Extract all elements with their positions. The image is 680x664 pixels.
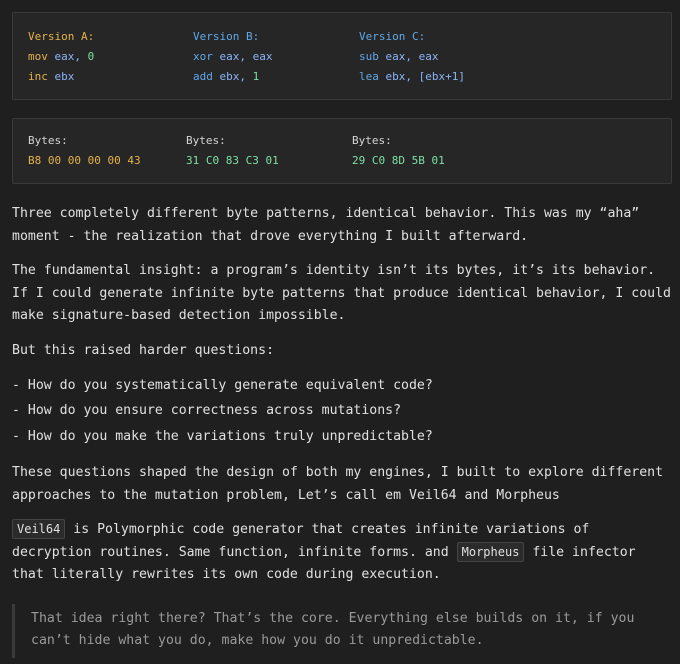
version-b-line-1: xor eax, eax <box>193 47 272 67</box>
version-b-label: Version B: <box>193 30 260 43</box>
version-c-column: Version C: sub eax, eax lea ebx, [ebx+1] <box>359 27 465 87</box>
bytes-c-hex: 29 C0 8D 5B 01 <box>352 154 445 167</box>
bytes-c-column: Bytes: 29 C0 8D 5B 01 <box>352 131 445 171</box>
operands: eax, eax <box>385 50 439 63</box>
version-a-label: Version A: <box>28 30 95 43</box>
assembly-versions-block: Version A: mov eax, 0 inc ebx Version B:… <box>12 12 672 100</box>
opcode: inc <box>28 70 48 83</box>
paragraph-questions-intro: But this raised harder questions: <box>12 343 275 358</box>
byte-patterns-block: Bytes: B8 00 00 00 00 43 Bytes: 31 C0 83… <box>12 118 672 184</box>
bytes-a-hex: B8 00 00 00 00 43 <box>28 154 141 167</box>
version-c-label: Version C: <box>359 30 426 43</box>
operands: eax, <box>54 50 82 63</box>
version-b-line-2: add ebx, 1 <box>193 67 272 87</box>
operands: ebx <box>54 70 75 83</box>
version-c-line-2: lea ebx, [ebx+1] <box>359 67 465 87</box>
paragraph-insight: The fundamental insight: a program’s ide… <box>12 263 679 323</box>
operands: eax, eax <box>219 50 273 63</box>
operands: ebx, <box>219 70 247 83</box>
opcode: sub <box>359 50 379 63</box>
immediate: 1 <box>252 70 260 83</box>
list-item: - How do you systematically generate equ… <box>12 378 433 393</box>
version-a-column: Version A: mov eax, 0 inc ebx <box>28 27 94 87</box>
bytes-a-column: Bytes: B8 00 00 00 00 43 <box>28 131 141 171</box>
immediate: 0 <box>87 50 95 63</box>
paragraph-engines: These questions shaped the design of bot… <box>12 465 671 503</box>
opcode: lea <box>359 70 379 83</box>
version-a-line-2: inc ebx <box>28 67 94 87</box>
version-b-column: Version B: xor eax, eax add ebx, 1 <box>193 27 272 87</box>
paragraph-engine-descriptions: Veil64 is Polymorphic code generator tha… <box>12 519 674 587</box>
opcode: xor <box>193 50 213 63</box>
bytes-c-label: Bytes: <box>352 134 392 147</box>
bytes-a-label: Bytes: <box>28 134 68 147</box>
inline-code-veil64: Veil64 <box>12 519 66 539</box>
opcode: add <box>193 70 213 83</box>
version-a-line-1: mov eax, 0 <box>28 47 94 67</box>
operands: ebx, [ebx+1] <box>385 70 465 83</box>
opcode: mov <box>28 50 48 63</box>
blockquote: That idea right there? That’s the core. … <box>12 604 676 658</box>
inline-code-morpheus: Morpheus <box>456 541 525 562</box>
list-item: - How do you make the variations truly u… <box>12 429 433 444</box>
version-c-line-1: sub eax, eax <box>359 47 465 67</box>
paragraph-aha: Three completely different byte patterns… <box>12 206 648 244</box>
list-item: - How do you ensure correctness across m… <box>12 403 402 418</box>
blockquote-text: That idea right there? That’s the core. … <box>31 611 643 648</box>
bytes-b-column: Bytes: 31 C0 83 C3 01 <box>186 131 279 171</box>
bytes-b-label: Bytes: <box>186 134 226 147</box>
bytes-b-hex: 31 C0 83 C3 01 <box>186 154 279 167</box>
